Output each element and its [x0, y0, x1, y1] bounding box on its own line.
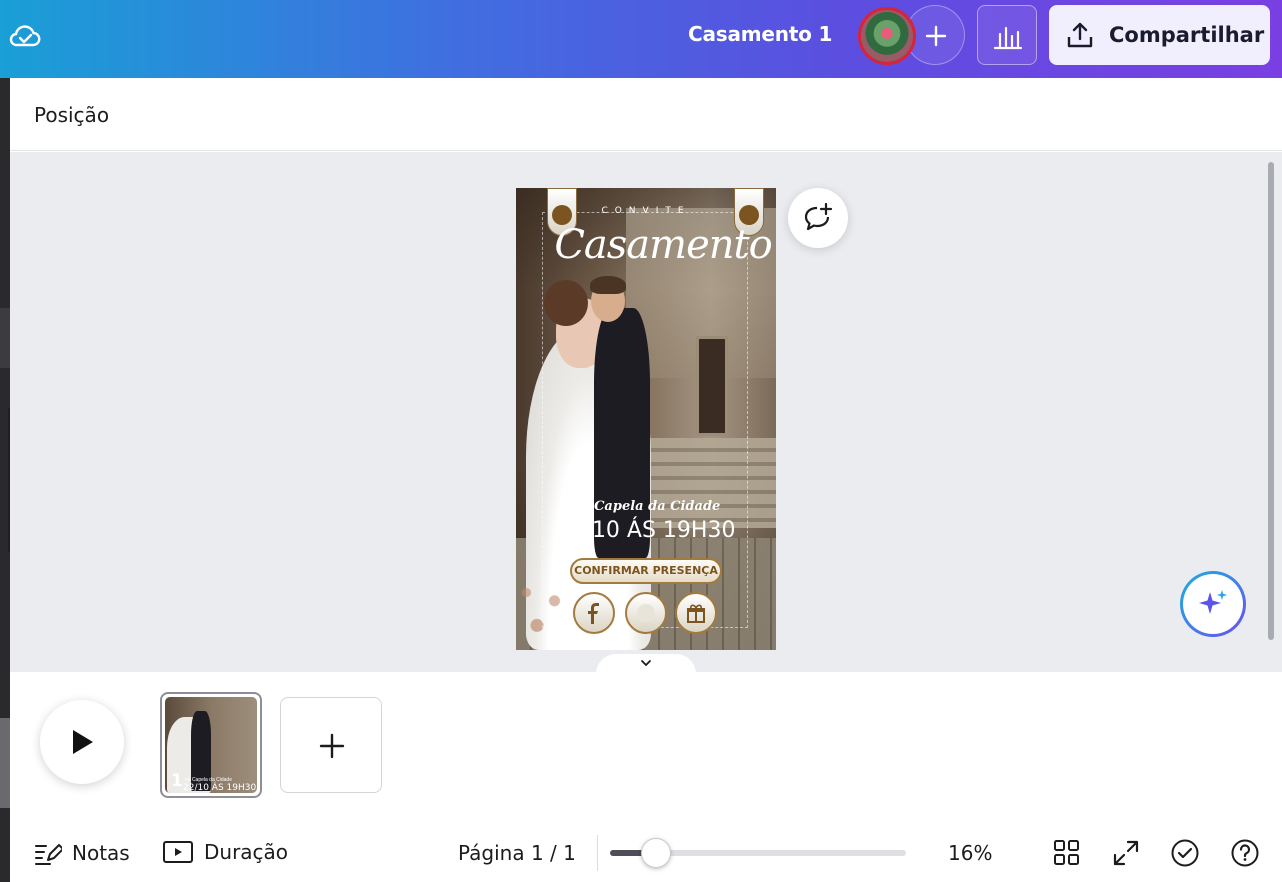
duration-button[interactable]: Duração	[162, 840, 288, 864]
facebook-icon	[573, 592, 615, 634]
comment-add-icon	[804, 202, 833, 231]
date-time-text: 22/10 ÁS 19H30	[556, 518, 736, 543]
help-icon	[1231, 839, 1259, 867]
share-button[interactable]: Compartilhar	[1049, 5, 1270, 65]
wedding-script-title: Casamento	[554, 222, 772, 268]
top-toolbar: Casamento 1 Compartilhar	[0, 0, 1282, 78]
share-label: Compartilhar	[1109, 23, 1265, 47]
sparkle-icon	[1199, 590, 1227, 614]
bar-chart-icon	[993, 26, 1023, 50]
grid-view-button[interactable]	[1052, 838, 1082, 868]
fullscreen-button[interactable]	[1111, 838, 1141, 868]
insights-button[interactable]	[977, 5, 1037, 65]
check-design-button[interactable]	[1170, 838, 1200, 868]
magic-assistant-button[interactable]	[1180, 571, 1246, 637]
zoom-slider-handle[interactable]	[640, 838, 671, 868]
context-toolbar: Posição	[10, 78, 1282, 151]
zoom-percentage[interactable]: 16%	[948, 841, 992, 865]
divider	[597, 835, 598, 871]
notes-label: Notas	[72, 841, 130, 865]
play-icon	[73, 730, 93, 754]
video-play-icon	[163, 841, 193, 863]
music-icon	[625, 592, 667, 634]
document-title[interactable]: Casamento 1	[688, 22, 832, 46]
page-thumbnail[interactable]: 1 na Capela da Cidade 22/10 ÁS 19H30	[160, 692, 262, 798]
cloud-saved-icon[interactable]	[8, 20, 42, 52]
expand-icon	[1113, 840, 1139, 866]
thumb-datetime-text: 22/10 ÁS 19H30	[183, 783, 257, 793]
upload-icon	[1067, 22, 1093, 48]
rsvp-button: CONFIRMAR PRESENÇA	[570, 558, 722, 584]
duration-label: Duração	[204, 840, 289, 864]
add-page-button[interactable]	[280, 697, 382, 793]
play-button[interactable]	[40, 700, 124, 784]
venue-text: na Capela da Cidade	[571, 499, 721, 514]
chevron-down-icon	[641, 660, 651, 667]
pencil-notes-icon	[35, 844, 62, 865]
check-circle-icon	[1171, 839, 1199, 867]
plus-icon	[925, 25, 947, 47]
invite-header-text: CONVITE	[601, 206, 691, 216]
help-button[interactable]	[1230, 838, 1260, 868]
side-panel-slice	[0, 718, 10, 808]
notes-button[interactable]: Notas	[34, 840, 130, 866]
vertical-scrollbar[interactable]	[1268, 162, 1274, 640]
plus-icon	[319, 733, 345, 759]
grid-icon	[1054, 840, 1079, 865]
collapse-timeline-button[interactable]	[596, 654, 696, 674]
add-comment-button[interactable]	[788, 188, 848, 248]
page-indicator[interactable]: Página 1 / 1	[458, 841, 576, 865]
design-page[interactable]: CONVITE Casamento na Capela da Cidade 22…	[516, 188, 776, 650]
page-number: 1	[171, 771, 183, 791]
gift-icon	[675, 592, 717, 634]
user-avatar[interactable]	[858, 7, 916, 65]
page-thumbnail-image: 1 na Capela da Cidade 22/10 ÁS 19H30	[165, 697, 257, 793]
position-button[interactable]: Posição	[34, 103, 109, 127]
side-panel-slice	[0, 308, 10, 368]
